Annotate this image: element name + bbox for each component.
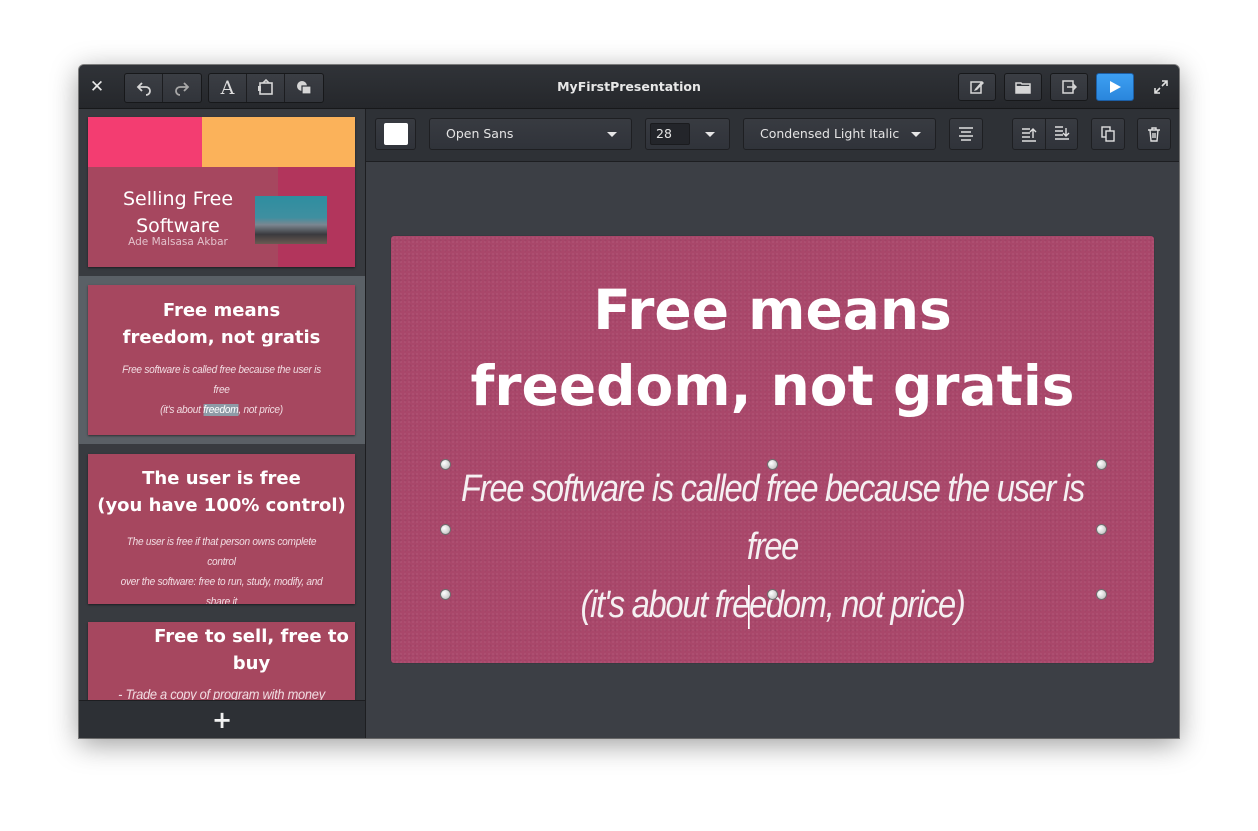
text-align-button[interactable] (949, 118, 983, 150)
history-button-group (124, 73, 202, 103)
send-backward-button[interactable] (1046, 119, 1077, 149)
slide-thumbnail-4[interactable]: Free to sell, free to buy - Trade a copy… (88, 622, 355, 700)
font-size-input[interactable]: 28 (650, 123, 690, 145)
duplicate-icon (1101, 126, 1115, 142)
decor-orange-block (202, 117, 355, 167)
send-backward-icon (1055, 126, 1070, 140)
resize-handle-bottom-right[interactable] (1096, 589, 1107, 600)
play-icon (1110, 81, 1121, 93)
font-family-select[interactable]: Open Sans (429, 118, 632, 150)
maximize-button[interactable] (1151, 77, 1171, 97)
thumbnail-title: Selling Free Software (122, 188, 234, 237)
slide-thumbnail-1[interactable]: Selling Free Software Ade Malsasa Akbar (88, 117, 355, 267)
text-color-button[interactable] (375, 118, 416, 150)
duplicate-button[interactable] (1091, 118, 1125, 150)
selected-word: freedom (203, 404, 239, 416)
thumbnail-title: The user is free (you have 100% control) (97, 468, 346, 516)
insert-shape-button[interactable] (285, 74, 323, 102)
resize-handle-top-left[interactable] (440, 459, 451, 470)
undo-button[interactable] (125, 74, 163, 102)
close-icon: ✕ (89, 77, 105, 97)
close-button[interactable]: ✕ (87, 77, 107, 97)
maximize-icon (1154, 80, 1168, 94)
add-slide-button[interactable]: + (212, 708, 232, 732)
open-folder-icon (1015, 82, 1031, 94)
present-button[interactable] (1096, 73, 1134, 101)
thumbnail-title: Free to sell, free to buy (154, 626, 349, 674)
delete-icon (1148, 127, 1160, 142)
color-swatch (384, 123, 408, 145)
align-center-icon (959, 127, 973, 141)
insert-button-group: A (208, 73, 324, 103)
edit-notes-icon (970, 81, 984, 94)
bring-forward-icon (1022, 128, 1037, 142)
thumbnail-body: - Trade a copy of program with money (118, 686, 325, 700)
font-style-select[interactable]: Condensed Light Italic (743, 118, 936, 150)
thumbnail-author: Ade Malsasa Akbar (128, 236, 228, 248)
redo-icon (175, 82, 190, 96)
text-icon: A (220, 77, 235, 99)
image-icon (257, 79, 273, 95)
arrange-button-group (1012, 118, 1078, 150)
delete-button[interactable] (1137, 118, 1171, 150)
resize-handle-right[interactable] (1096, 524, 1107, 535)
resize-handle-top[interactable] (767, 459, 778, 470)
chevron-down-icon[interactable] (705, 132, 715, 137)
thumbnail-body: The user is free if that person owns com… (120, 536, 323, 604)
thumbnail-title: Free means freedom, not gratis (122, 300, 321, 348)
slide-list-sidebar: Selling Free Software Ade Malsasa Akbar … (79, 109, 366, 738)
resize-handle-left[interactable] (440, 524, 451, 535)
insert-text-button[interactable]: A (209, 74, 247, 102)
shape-icon (297, 81, 312, 95)
undo-icon (136, 82, 151, 96)
chevron-down-icon (911, 132, 921, 137)
font-size-combo[interactable]: 28 (645, 118, 730, 150)
insert-image-button[interactable] (247, 74, 285, 102)
bring-forward-button[interactable] (1013, 119, 1046, 149)
export-icon (1062, 80, 1077, 94)
slide-editor[interactable]: Free means freedom, not gratis Free soft… (391, 236, 1154, 663)
font-family-value: Open Sans (446, 126, 514, 141)
edit-notes-button[interactable] (958, 73, 996, 101)
font-style-value: Condensed Light Italic (760, 126, 900, 141)
decor-pink-block (88, 117, 202, 167)
slide-body-textbox[interactable]: Free software is called free because the… (444, 460, 1100, 634)
thumbnail-body: Free software is called free because the… (122, 364, 321, 416)
sidebar-footer: + (79, 700, 365, 738)
app-window: ✕ A MyFirstPresentation Selling Free Sof… (79, 65, 1179, 738)
slide-thumbnail-3[interactable]: The user is free (you have 100% control)… (88, 454, 355, 604)
chevron-down-icon (607, 132, 617, 137)
slide-canvas: Free means freedom, not gratis Free soft… (366, 162, 1179, 738)
resize-handle-bottom-left[interactable] (440, 589, 451, 600)
header-bar: ✕ A MyFirstPresentation (79, 65, 1179, 109)
slide-thumbnail-2[interactable]: Free means freedom, not gratis Free soft… (88, 285, 355, 435)
slide-title[interactable]: Free means freedom, not gratis (391, 272, 1154, 424)
format-toolbar: Open Sans 28 Condensed Light Italic (366, 109, 1179, 162)
export-button[interactable] (1050, 73, 1088, 101)
resize-handle-bottom[interactable] (767, 589, 778, 600)
open-file-button[interactable] (1004, 73, 1042, 101)
redo-button[interactable] (163, 74, 201, 102)
resize-handle-top-right[interactable] (1096, 459, 1107, 470)
